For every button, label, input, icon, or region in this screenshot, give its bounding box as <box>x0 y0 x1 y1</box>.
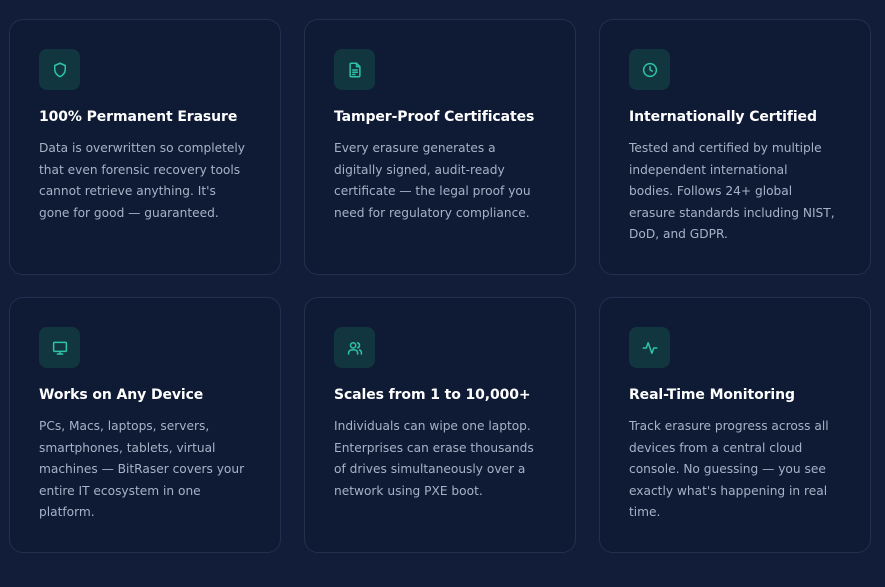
description-line: Data is overwritten so completely <box>39 141 245 155</box>
feature-title: Internationally Certified <box>629 109 817 125</box>
description-line: smartphones, tablets, virtual <box>39 440 216 455</box>
description-line: platform. <box>39 505 95 519</box>
description-line: that even forensic recovery tools <box>39 162 241 177</box>
feature-card-real-time-monitoring: Real-Time Monitoring Track erasure progr… <box>599 297 871 553</box>
description-line: DoD, and GDPR. <box>629 227 728 241</box>
feature-icon-box <box>39 327 80 368</box>
clock-icon <box>642 62 657 77</box>
activity-icon <box>642 341 657 354</box>
feature-description: Data is overwritten so completely that e… <box>39 138 259 224</box>
description-line: Tested and certified by multiple <box>629 141 822 155</box>
feature-description: Track erasure progress across all device… <box>629 416 849 524</box>
feature-card-works-on-any-device: Works on Any Device PCs, Macs, laptops, … <box>9 297 281 553</box>
description-line: entire IT ecosystem in one <box>39 483 201 498</box>
description-line: cannot retrieve anything. It's <box>39 184 216 198</box>
description-line: gone for good — guaranteed. <box>39 205 219 220</box>
feature-description: Tested and certified by multiple indepen… <box>629 138 849 246</box>
description-line: Track erasure progress across all <box>629 419 829 433</box>
monitor-icon <box>52 341 67 355</box>
feature-card-internationally-certified: Internationally Certified Tested and cer… <box>599 19 871 275</box>
description-line: network using PXE boot. <box>334 483 483 498</box>
description-line: erasure standards including NIST, <box>629 205 835 220</box>
feature-icon-box <box>334 327 375 368</box>
feature-title: Real-Time Monitoring <box>629 387 795 403</box>
description-line: Individuals can wipe one laptop. <box>334 419 531 433</box>
feature-description: Every erasure generates a digitally sign… <box>334 138 554 224</box>
description-line: time. <box>629 505 661 519</box>
description-line: exactly what's happening in real <box>629 483 828 498</box>
shield-icon <box>53 62 66 77</box>
feature-title: 100% Permanent Erasure <box>39 109 238 125</box>
description-line: PCs, Macs, laptops, servers, <box>39 419 210 433</box>
feature-card-scales: Scales from 1 to 10,000+ Individuals can… <box>304 297 576 553</box>
description-line: of drives simultaneously over a <box>334 462 526 476</box>
description-line: independent international <box>629 162 788 177</box>
feature-title: Works on Any Device <box>39 387 204 403</box>
description-line: digitally signed, audit-ready <box>334 162 505 177</box>
document-icon <box>348 62 361 77</box>
description-line: console. No guessing — you see <box>629 462 826 476</box>
feature-description: PCs, Macs, laptops, servers, smartphones… <box>39 416 259 524</box>
feature-title: Scales from 1 to 10,000+ <box>334 387 531 403</box>
feature-card-permanent-erasure: 100% Permanent Erasure Data is overwritt… <box>9 19 281 275</box>
feature-icon-box <box>334 49 375 90</box>
feature-card-tamper-proof-certificates: Tamper-Proof Certificates Every erasure … <box>304 19 576 275</box>
features-grid: 100% Permanent Erasure Data is overwritt… <box>0 0 885 587</box>
description-line: Every erasure generates a <box>334 141 496 155</box>
feature-icon-box <box>39 49 80 90</box>
description-line: machines — BitRaser covers your <box>39 462 245 476</box>
feature-title: Tamper-Proof Certificates <box>334 109 535 125</box>
description-line: need for regulatory compliance. <box>334 205 530 220</box>
feature-icon-box <box>629 327 670 368</box>
description-line: certificate — the legal proof you <box>334 184 531 198</box>
description-line: Enterprises can erase thousands <box>334 440 534 455</box>
users-icon <box>347 341 362 355</box>
feature-description: Individuals can wipe one laptop. Enterpr… <box>334 416 554 502</box>
description-line: bodies. Follows 24+ global <box>629 184 793 198</box>
description-line: devices from a central cloud <box>629 440 803 455</box>
feature-icon-box <box>629 49 670 90</box>
